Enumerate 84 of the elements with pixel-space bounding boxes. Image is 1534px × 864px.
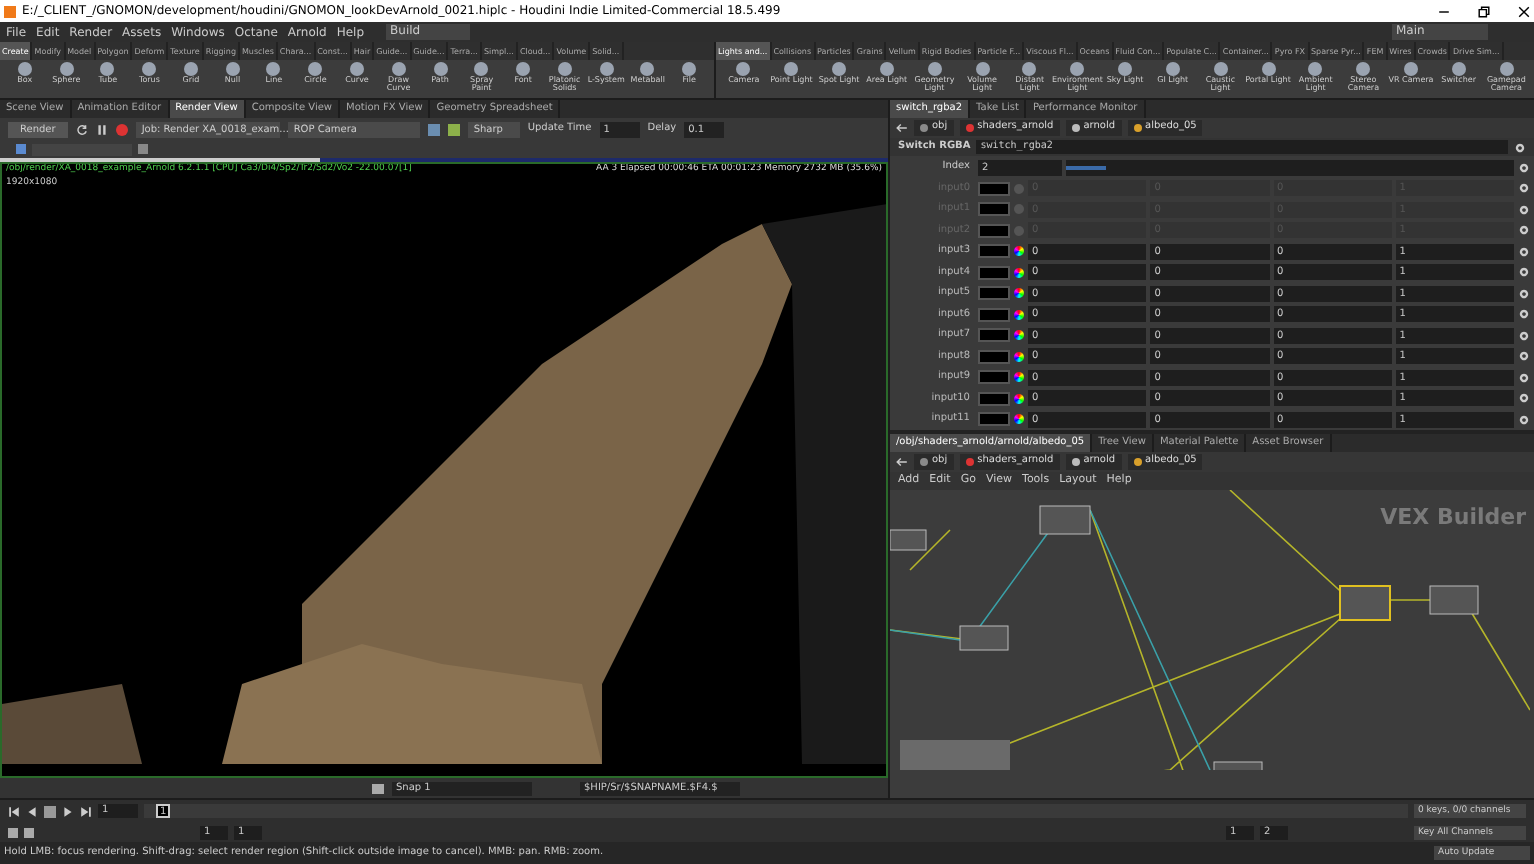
stop-icon[interactable] [44,805,56,817]
tool-icon [599,61,614,76]
tool-icon [640,61,655,76]
gear-icon[interactable] [1518,224,1530,237]
back-arrow-icon[interactable] [896,456,908,468]
color-swatch[interactable] [978,307,1010,322]
tool-icon [1404,61,1418,76]
gear-icon[interactable] [1518,413,1530,426]
play-back-icon[interactable] [26,805,38,817]
tool-icon [1356,61,1371,76]
tool-icon [879,61,894,76]
tool-icon [474,61,489,76]
node-icon [920,124,928,132]
tool-icon [1261,61,1276,76]
gear-icon[interactable] [1518,162,1530,174]
tool-icon [308,61,323,76]
node-icon [1133,124,1142,132]
app-logo-icon [4,5,16,17]
index-slider[interactable] [1066,160,1514,176]
tool-icon [832,61,847,76]
tool-icon [682,61,697,76]
tool-icon [1308,61,1323,76]
tool-icon [557,61,572,76]
play-icon[interactable] [62,805,74,817]
node-icon [920,458,928,466]
gear-icon[interactable] [1518,308,1530,321]
gear-icon[interactable] [1518,245,1530,258]
tool-icon [391,61,406,76]
tool-icon [266,61,281,76]
jump-start-icon[interactable] [8,805,20,817]
tool-icon [516,61,531,76]
tool-icon [225,61,240,76]
tool-icon [1499,61,1514,76]
tool-icon [784,61,799,76]
tool-icon [1118,61,1133,76]
color-swatch[interactable] [978,328,1010,343]
tool-icon [1165,61,1180,76]
tool-icon [927,61,942,76]
color-swatch[interactable] [978,412,1010,427]
color-swatch[interactable] [978,265,1010,280]
pause-icon[interactable] [95,123,108,135]
color-swatch[interactable] [978,223,1010,238]
tool-icon [1451,61,1466,76]
jump-end-icon[interactable] [80,805,92,817]
color-swatch[interactable] [978,391,1010,406]
tool-icon [59,61,74,76]
color-swatch[interactable] [978,181,1010,196]
tool-icon [350,61,364,76]
color-swatch[interactable] [978,244,1010,259]
node-icon [1071,124,1080,132]
tool-icon [1022,61,1037,76]
tool-icon [17,61,32,76]
context-label: VEX Builder [1380,502,1526,534]
tool-icon [736,61,751,76]
tool-icon [433,61,448,76]
color-swatch[interactable] [978,370,1010,385]
back-arrow-icon[interactable] [896,122,908,134]
gear-icon[interactable] [1518,203,1530,216]
gear-icon[interactable] [1518,371,1530,384]
tool-icon [975,61,990,76]
gear-icon[interactable] [1518,350,1530,363]
tool-icon [100,61,115,76]
gear-icon[interactable] [1518,266,1530,279]
gear-icon[interactable] [1518,287,1530,300]
gear-icon[interactable] [1518,392,1530,405]
settings-icon[interactable] [1514,141,1526,153]
gear-icon[interactable] [1518,182,1530,195]
stop-icon[interactable] [115,123,128,135]
node-icon [965,124,974,132]
minimize-icon[interactable] [1438,5,1450,17]
refresh-icon[interactable] [75,123,88,135]
gear-icon[interactable] [1518,329,1530,342]
tool-icon [1070,61,1085,76]
tool-icon [142,61,157,76]
close-icon[interactable] [1518,5,1530,17]
node-icon [1133,458,1142,466]
tool-icon [183,61,198,76]
color-swatch[interactable] [978,349,1010,364]
node-icon [965,458,974,466]
tool-icon [1213,61,1228,76]
color-swatch[interactable] [978,202,1010,217]
node-icon [1071,458,1080,466]
maximize-icon[interactable] [1478,5,1490,17]
color-swatch[interactable] [978,286,1010,301]
